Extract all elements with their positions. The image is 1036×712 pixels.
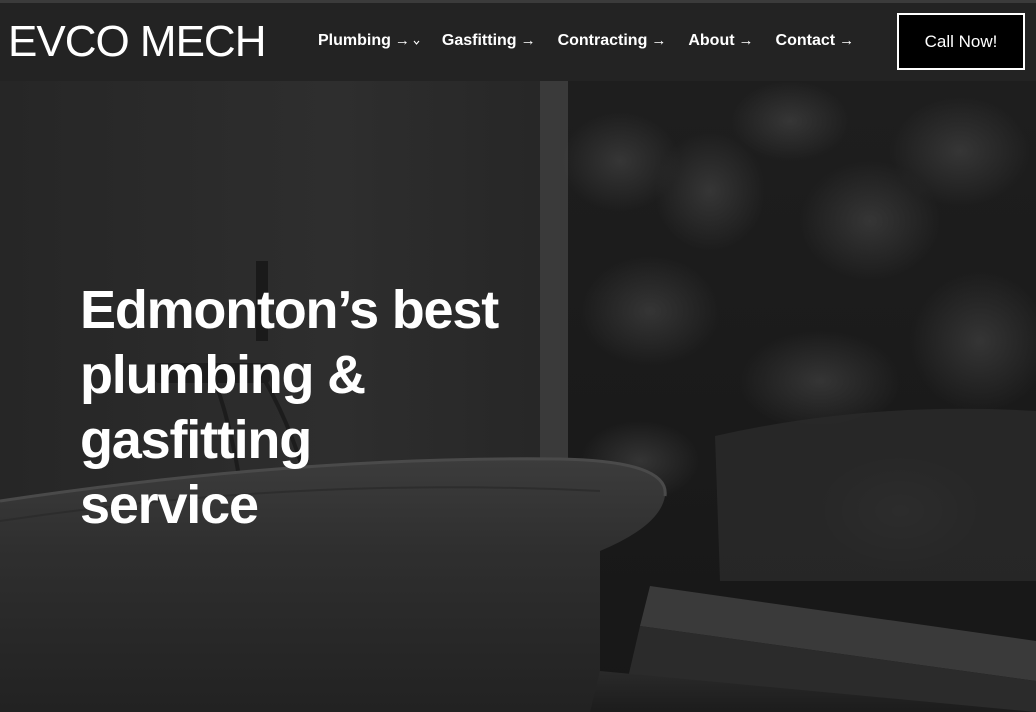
chevron-down-icon[interactable] — [413, 39, 420, 46]
arrow-right-icon: → — [839, 32, 855, 49]
nav-item-label: Contact — [775, 32, 836, 49]
arrow-right-icon: → — [520, 32, 536, 49]
hero-section: Edmonton’s best plumbing & gasfitting se… — [0, 81, 1036, 712]
nav-item-contracting[interactable]: Contracting → — [558, 31, 667, 51]
arrow-right-icon: → — [738, 32, 754, 49]
arrow-right-icon: → — [394, 32, 410, 49]
nav-item-plumbing[interactable]: Plumbing → — [318, 31, 420, 51]
arrow-right-icon: → — [651, 32, 667, 49]
page: EVCO MECH Plumbing → Gasfitting → Contra… — [0, 0, 1036, 712]
nav-item-label: Gasfitting — [441, 32, 517, 49]
nav-item-label: Contracting — [557, 32, 648, 49]
site-logo[interactable]: EVCO MECH — [8, 17, 266, 67]
nav-item-gasfitting[interactable]: Gasfitting → — [442, 31, 536, 51]
nav-item-label: About — [688, 32, 735, 49]
hero-heading: Edmonton’s best plumbing & gasfitting se… — [80, 280, 499, 535]
call-now-button[interactable]: Call Now! — [897, 13, 1025, 70]
site-header: EVCO MECH Plumbing → Gasfitting → Contra… — [0, 3, 1036, 81]
nav-item-label: Plumbing — [318, 32, 391, 49]
nav-item-contact[interactable]: Contact → — [776, 31, 855, 51]
nav-item-about[interactable]: About → — [688, 31, 753, 51]
main-nav: Plumbing → Gasfitting → Contracting → Ab… — [318, 31, 854, 51]
